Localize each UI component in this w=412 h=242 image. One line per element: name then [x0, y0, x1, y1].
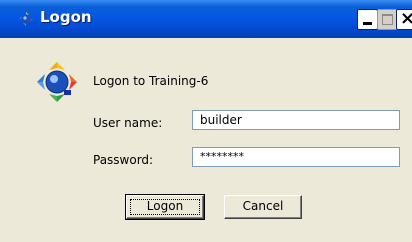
maximize-button[interactable]	[377, 9, 398, 30]
dialog-heading: Logon to Training-6	[93, 74, 209, 88]
window-title: Logon	[40, 8, 92, 26]
title-bar[interactable]: Logon ×	[0, 0, 412, 38]
close-icon: ×	[400, 8, 412, 29]
minimize-button[interactable]	[357, 9, 378, 30]
app-logo-icon	[19, 12, 33, 26]
minimize-icon	[363, 22, 372, 25]
user-name-label: User name:	[93, 116, 163, 130]
close-button[interactable]: ×	[396, 8, 412, 30]
logon-window: Logon × Logon to Training-6 User name: b…	[0, 0, 412, 242]
password-label: Password:	[93, 153, 154, 167]
cancel-button[interactable]: Cancel	[224, 195, 302, 219]
app-logo-icon	[37, 62, 77, 102]
maximize-icon	[382, 14, 393, 25]
password-input[interactable]: ********	[192, 147, 400, 167]
cancel-button-label: Cancel	[242, 199, 284, 213]
user-name-input[interactable]: builder	[192, 110, 400, 130]
logon-button[interactable]: Logon	[125, 194, 205, 220]
focus-rect	[130, 199, 200, 215]
